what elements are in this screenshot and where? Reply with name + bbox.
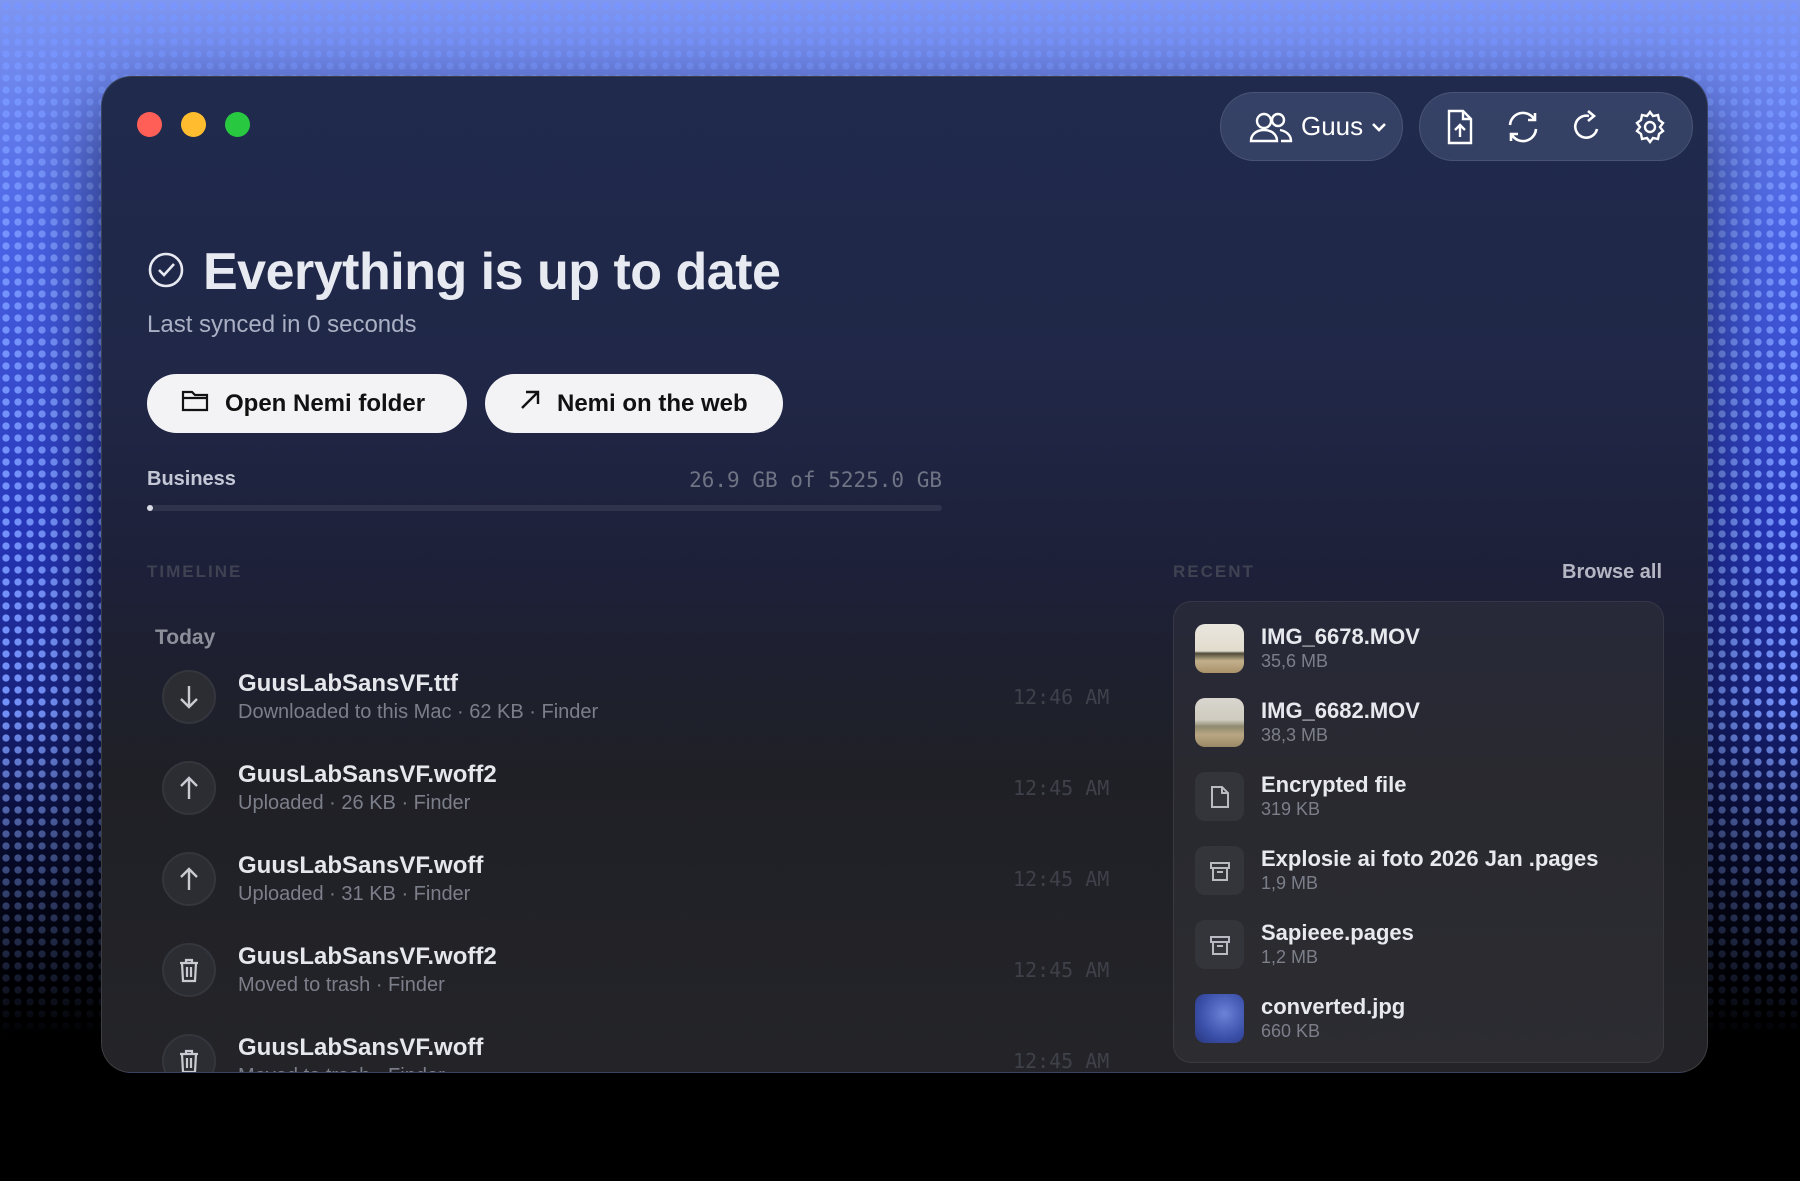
document-icon (1195, 772, 1244, 821)
recent-item[interactable]: IMG_6682.MOV 38,3 MB (1195, 698, 1655, 758)
download-arrow-icon (162, 670, 216, 724)
timeline-heading: TIMELINE (147, 562, 243, 581)
recent-item[interactable]: IMG_6678.MOV 35,6 MB (1195, 624, 1655, 684)
status-title: Everything is up to date (203, 243, 781, 301)
recent-heading: RECENT (1173, 562, 1255, 581)
archive-icon (1195, 846, 1244, 895)
open-web-button[interactable]: Nemi on the web (485, 374, 783, 433)
sync-icon[interactable] (1504, 109, 1542, 145)
upload-arrow-icon (162, 761, 216, 815)
folder-icon (181, 388, 209, 419)
timeline-day: Today (155, 626, 216, 649)
open-folder-button[interactable]: Open Nemi folder (147, 374, 467, 433)
chevron-down-icon (1371, 121, 1387, 133)
timeline-item-name: GuusLabSansVF.woff (238, 852, 484, 879)
timeline-item-name: GuusLabSansVF.ttf (238, 670, 459, 697)
timeline-item-desc: Uploaded · 26 KB · Finder (238, 792, 471, 814)
storage-bar (147, 505, 942, 511)
timeline-item-desc: Moved to trash · Finder (238, 1065, 445, 1072)
recent-item[interactable]: converted.jpg 660 KB (1195, 994, 1655, 1054)
timeline-item-name: GuusLabSansVF.woff (238, 1034, 484, 1061)
recent-item-size: 1,9 MB (1261, 873, 1319, 893)
recent-item-size: 38,3 MB (1261, 725, 1329, 745)
timeline-item-desc: Downloaded to this Mac · 62 KB · Finder (238, 701, 599, 723)
recent-item-size: 660 KB (1261, 1021, 1321, 1041)
recent-item-name: Sapieee.pages (1261, 920, 1414, 945)
open-folder-label: Open Nemi folder (225, 389, 426, 417)
refresh-icon[interactable] (1571, 109, 1603, 145)
timeline-item[interactable]: GuusLabSansVF.woff2 Moved to trash · Fin… (147, 940, 1147, 1020)
recent-item-name: IMG_6682.MOV (1261, 698, 1420, 723)
storage-bar-fill (147, 505, 153, 511)
open-web-label: Nemi on the web (557, 389, 748, 417)
timeline-item[interactable]: GuusLabSansVF.woff Moved to trash · Find… (147, 1031, 1147, 1073)
recent-item-name: IMG_6678.MOV (1261, 624, 1420, 649)
timeline-item-desc: Uploaded · 31 KB · Finder (238, 883, 471, 905)
recent-item[interactable]: Explosie ai foto 2026 Jan .pages 1,9 MB (1195, 846, 1655, 906)
timeline-item[interactable]: GuusLabSansVF.woff Uploaded · 31 KB · Fi… (147, 849, 1147, 929)
users-icon (1249, 111, 1293, 143)
recent-item-size: 1,2 MB (1261, 947, 1319, 967)
file-upload-icon[interactable] (1445, 109, 1475, 145)
minimize-window-button[interactable] (181, 112, 206, 137)
window-controls (137, 112, 250, 137)
image-thumbnail (1195, 994, 1244, 1043)
app-window: Guus Everything is up to date Last synce… (101, 76, 1708, 1073)
timeline-item-time: 12:46 AM (1013, 685, 1110, 709)
timeline-item-name: GuusLabSansVF.woff2 (238, 761, 497, 788)
timeline-item-time: 12:45 AM (1013, 867, 1110, 891)
checkmark-circle-icon (147, 251, 185, 294)
storage-plan: Business (147, 468, 236, 490)
sync-status: Everything is up to date (147, 242, 781, 302)
archive-icon (1195, 920, 1244, 969)
status-subtitle: Last synced in 0 seconds (147, 311, 417, 338)
timeline-item-desc: Moved to trash · Finder (238, 974, 445, 996)
video-thumbnail (1195, 698, 1244, 747)
timeline-item[interactable]: GuusLabSansVF.ttf Downloaded to this Mac… (147, 667, 1147, 747)
recent-files-panel: IMG_6678.MOV 35,6 MB IMG_6682.MOV 38,3 M… (1173, 601, 1664, 1063)
zoom-window-button[interactable] (225, 112, 250, 137)
video-thumbnail (1195, 624, 1244, 673)
timeline-item-time: 12:45 AM (1013, 958, 1110, 982)
recent-item-size: 35,6 MB (1261, 651, 1329, 671)
recent-item[interactable]: Sapieee.pages 1,2 MB (1195, 920, 1655, 980)
close-window-button[interactable] (137, 112, 162, 137)
gear-icon[interactable] (1632, 109, 1668, 145)
recent-item-name: converted.jpg (1261, 994, 1406, 1019)
toolbar (1419, 92, 1693, 161)
recent-item-name: Encrypted file (1261, 772, 1407, 797)
recent-item-size: 319 KB (1261, 799, 1321, 819)
browse-all-link[interactable]: Browse all (1562, 561, 1662, 584)
recent-item[interactable]: Encrypted file 319 KB (1195, 772, 1655, 832)
account-switcher[interactable]: Guus (1220, 92, 1403, 161)
timeline-item-time: 12:45 AM (1013, 776, 1110, 800)
account-name: Guus (1301, 111, 1364, 141)
trash-icon (162, 1034, 216, 1072)
arrow-up-right-icon (519, 389, 541, 418)
timeline-item-time: 12:45 AM (1013, 1049, 1110, 1073)
timeline-item-name: GuusLabSansVF.woff2 (238, 943, 497, 970)
upload-arrow-icon (162, 852, 216, 906)
storage-usage: 26.9 GB of 5225.0 GB (689, 468, 942, 492)
trash-icon (162, 943, 216, 997)
timeline-list[interactable]: GuusLabSansVF.ttf Downloaded to this Mac… (147, 667, 1147, 1073)
timeline-item[interactable]: GuusLabSansVF.woff2 Uploaded · 26 KB · F… (147, 758, 1147, 838)
recent-item-name: Explosie ai foto 2026 Jan .pages (1261, 846, 1599, 871)
